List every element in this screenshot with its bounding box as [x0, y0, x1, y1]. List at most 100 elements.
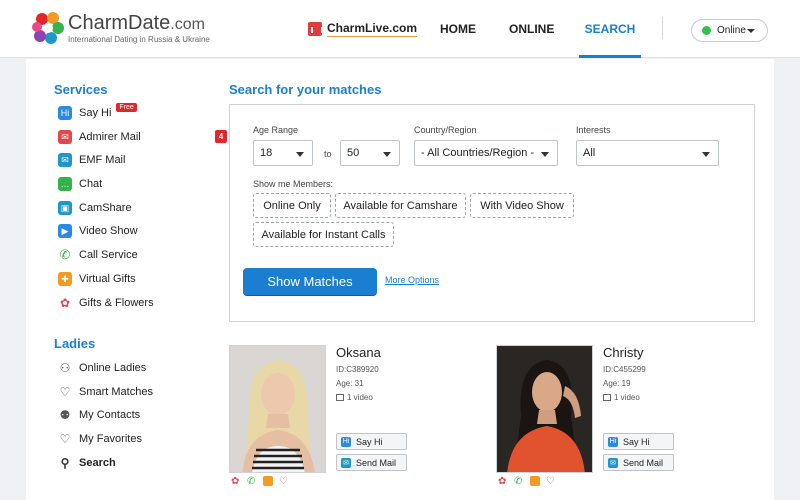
- profile-photo[interactable]: [496, 345, 593, 473]
- sidebar-item-label: Search: [79, 457, 116, 469]
- sidebar-item-smart-matches[interactable]: ♡ Smart Matches: [58, 383, 228, 401]
- online-status-dropdown[interactable]: Online: [691, 19, 768, 42]
- sidebar-item-label: Say Hi: [79, 107, 112, 119]
- more-options-link[interactable]: More Options: [385, 275, 439, 285]
- profile-action-icons: ✿ ✆ ♡: [231, 476, 289, 487]
- sidebar-item-my-favorites[interactable]: ♡ My Favorites: [58, 430, 228, 448]
- sidebar-item-online-ladies[interactable]: ⚇ Online Ladies: [58, 359, 228, 377]
- profile-id: ID:C389920: [336, 365, 379, 374]
- online-status-label: Online: [717, 25, 746, 36]
- say-hi-button[interactable]: Hi Say Hi: [603, 433, 674, 450]
- woman-portrait-icon: [497, 346, 592, 472]
- camshare-icon: ▣: [58, 201, 72, 215]
- sidebar-item-label: My Contacts: [79, 409, 141, 421]
- to-label: to: [324, 149, 332, 159]
- flower-icon[interactable]: ✿: [231, 476, 241, 487]
- profile-photo[interactable]: [229, 345, 326, 473]
- sidebar-item-say-hi[interactable]: Hi Say Hi Free: [58, 102, 228, 122]
- content-card: Services Hi Say Hi Free ✉ Admirer Mail 4…: [26, 59, 774, 500]
- search-icon: ⚲: [60, 456, 70, 470]
- profile-video-count[interactable]: 1 video: [603, 393, 640, 402]
- filter-instant-calls[interactable]: Available for Instant Calls: [253, 222, 394, 247]
- charmlive-link[interactable]: CharmLive.com: [308, 21, 418, 37]
- flower-icon: ✿: [59, 296, 71, 310]
- sidebar-item-label: Gifts & Flowers: [79, 297, 154, 309]
- heart-outline-icon: ♡: [59, 432, 71, 446]
- profile-card: Christy ID:C455299 Age: 19 1 video Hi Sa…: [496, 345, 756, 500]
- profile-card: Oksana ID:C389920 Age: 31 1 video Hi Say…: [229, 345, 489, 500]
- send-mail-button[interactable]: ✉ Send Mail: [336, 454, 407, 471]
- sidebar-item-call-service[interactable]: ✆ Call Service: [58, 246, 228, 264]
- sidebar-item-search[interactable]: ⚲ Search: [58, 454, 228, 472]
- call-icon: ✆: [59, 247, 71, 262]
- heart-icon[interactable]: ♡: [546, 476, 556, 487]
- chat-icon: …: [58, 177, 72, 191]
- nav-search[interactable]: SEARCH: [579, 0, 641, 58]
- sidebar-item-admirer-mail[interactable]: ✉ Admirer Mail 4: [58, 128, 228, 146]
- brand-tagline: International Dating in Russia & Ukraine: [68, 35, 210, 44]
- admirer-mail-icon: ✉: [58, 130, 72, 144]
- nav-online[interactable]: ONLINE: [509, 0, 554, 58]
- sidebar-item-label: Chat: [79, 178, 103, 190]
- sidebar-item-label: Admirer Mail: [79, 131, 141, 143]
- sidebar-item-label: Video Show: [79, 225, 138, 237]
- sidebar-item-emf-mail[interactable]: ✉ EMF Mail: [58, 151, 228, 169]
- say-hi-button[interactable]: Hi Say Hi: [336, 433, 407, 450]
- nav-home[interactable]: HOME: [440, 0, 476, 58]
- gift-icon[interactable]: [530, 476, 540, 486]
- video-icon: [603, 394, 611, 401]
- sidebar-item-chat[interactable]: … Chat: [58, 175, 228, 193]
- profile-age: Age: 19: [603, 379, 631, 388]
- show-matches-button[interactable]: Show Matches: [243, 268, 377, 295]
- sidebar-item-label: Call Service: [79, 249, 138, 261]
- nav-divider: [662, 17, 663, 39]
- ladies-heading: Ladies: [54, 336, 96, 351]
- filter-online-only[interactable]: Online Only: [253, 193, 331, 218]
- profile-id: ID:C455299: [603, 365, 646, 374]
- heart-icon[interactable]: ♡: [279, 476, 289, 487]
- user-icon: ⚇: [59, 361, 71, 375]
- gift-icon: ✚: [58, 272, 72, 286]
- sidebar-item-label: EMF Mail: [79, 154, 126, 166]
- country-select[interactable]: - All Countries/Region -: [414, 140, 558, 166]
- call-icon[interactable]: ✆: [514, 476, 524, 487]
- sidebar-item-label: Smart Matches: [79, 386, 153, 398]
- age-from-select[interactable]: 18: [253, 140, 313, 166]
- interests-label: Interests: [576, 125, 611, 135]
- say-hi-icon: Hi: [58, 106, 72, 120]
- sidebar-item-my-contacts[interactable]: ⚉ My Contacts: [58, 406, 228, 424]
- video-icon: [336, 394, 344, 401]
- gift-icon[interactable]: [263, 476, 273, 486]
- charmlive-icon: [308, 22, 323, 36]
- contacts-icon: ⚉: [59, 408, 71, 422]
- sidebar-item-gifts-flowers[interactable]: ✿ Gifts & Flowers: [58, 294, 228, 312]
- chevron-down-icon: [747, 29, 755, 33]
- filter-camshare[interactable]: Available for Camshare: [335, 193, 466, 218]
- profile-action-icons: ✿ ✆ ♡: [498, 476, 556, 487]
- video-show-icon: ▶: [58, 224, 72, 238]
- filter-video-show[interactable]: With Video Show: [470, 193, 574, 218]
- sidebar-item-label: My Favorites: [79, 433, 142, 445]
- send-mail-button[interactable]: ✉ Send Mail: [603, 454, 674, 471]
- charmdate-logo-icon[interactable]: [32, 10, 64, 46]
- profile-name[interactable]: Christy: [603, 345, 643, 360]
- flower-icon[interactable]: ✿: [498, 476, 508, 487]
- sidebar-item-label: Virtual Gifts: [79, 273, 136, 285]
- sidebar-item-virtual-gifts[interactable]: ✚ Virtual Gifts: [58, 270, 228, 288]
- show-me-members-label: Show me Members:: [253, 179, 334, 189]
- interests-select[interactable]: All: [576, 140, 719, 166]
- profile-name[interactable]: Oksana: [336, 345, 381, 360]
- sidebar-item-camshare[interactable]: ▣ CamShare: [58, 199, 228, 217]
- profile-video-count[interactable]: 1 video: [336, 393, 373, 402]
- call-icon[interactable]: ✆: [247, 476, 257, 487]
- free-badge: Free: [116, 102, 137, 112]
- sidebar-item-label: CamShare: [79, 202, 132, 214]
- age-to-select[interactable]: 50: [340, 140, 400, 166]
- sidebar-item-video-show[interactable]: ▶ Video Show: [58, 222, 228, 240]
- mail-icon: ✉: [608, 457, 618, 468]
- admirer-mail-count-badge: 4: [215, 130, 227, 143]
- brand-name[interactable]: CharmDate.com: [68, 12, 205, 35]
- say-hi-icon: Hi: [341, 436, 351, 447]
- sidebar-item-label: Online Ladies: [79, 362, 147, 374]
- profile-age: Age: 31: [336, 379, 364, 388]
